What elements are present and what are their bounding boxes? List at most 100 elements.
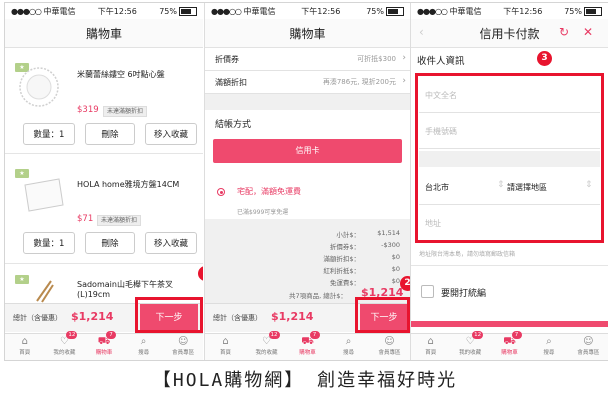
tab-home[interactable]: ⌂ 首頁 [411, 334, 450, 360]
refresh-icon[interactable]: ↻ [559, 25, 569, 39]
name-field[interactable]: 中文全名 [419, 77, 600, 113]
bottom-tab-bar: ⌂ 首頁 ♡ 12 我的收藏 ⛟ 7 購物車 ⌕ 搜尋 ☺ 會員專區 [5, 331, 203, 360]
tab-member[interactable]: ☺ 會員專區 [569, 334, 608, 360]
summary-value: $0 [391, 253, 400, 261]
tab-label: 我的收藏 [255, 350, 278, 356]
tab-search[interactable]: ⌕ 搜尋 [529, 334, 568, 360]
caption-bracket: 【 [152, 370, 173, 391]
signal-icon: ●●●○○ [417, 6, 448, 16]
phone-field[interactable]: 手機號碼 [419, 113, 600, 149]
tab-label: 我的收藏 [459, 350, 482, 356]
move-to-favorites-button[interactable]: 移入收藏 [145, 123, 197, 145]
status-bar: ●●●○○ 中華電信 下午12:56 75% [411, 3, 608, 19]
cart-screen: ●●●○○ 中華電信 下午12:56 75% 購物車 ★ 米蘭蕾絲鏤空 6吋點心… [5, 3, 203, 360]
bottom-tab-bar: ⌂ 首頁 ♡ 12 我的收藏 ⛟ 7 購物車 ⌕ 搜尋 ☺ 會員專區 [411, 331, 608, 360]
total-label: 總計（含優惠） [213, 314, 262, 322]
product-image[interactable] [33, 279, 57, 303]
tab-label: 會員專區 [172, 350, 195, 356]
tab-search[interactable]: ⌕ 搜尋 [328, 334, 369, 360]
delete-button[interactable]: 刪除 [85, 123, 135, 145]
tab-favorites[interactable]: ♡ 12 我的收藏 [45, 331, 85, 360]
tab-count-badge: 7 [309, 331, 320, 339]
status-time: 下午12:56 [97, 6, 137, 16]
product-name[interactable]: 米蘭蕾絲鏤空 6吋點心盤 [77, 69, 197, 80]
status-time: 下午12:56 [301, 6, 341, 16]
discount-label: 滿額折扣 [215, 78, 247, 87]
coupon-row[interactable]: 折價券 可折抵$300 › [205, 48, 410, 71]
credit-card-button[interactable]: 信用卡 [213, 139, 402, 163]
section-divider [411, 265, 608, 266]
search-icon: ⌕ [140, 336, 147, 347]
tab-cart[interactable]: ⛟ 7 購物車 [287, 331, 328, 360]
page-title: 購物車 [5, 19, 203, 48]
user-icon: ☺ [177, 336, 189, 347]
tab-home[interactable]: ⌂ 首頁 [5, 334, 45, 360]
user-icon: ☺ [384, 336, 395, 347]
step-number: 2 [400, 276, 410, 291]
status-bar: ●●●○○ 中華電信 下午12:56 75% [205, 3, 410, 19]
product-image[interactable] [15, 61, 63, 109]
summary-key: 紅利折抵$： [323, 267, 360, 275]
tab-label: 購物車 [501, 350, 518, 356]
delivery-radio[interactable] [217, 188, 225, 196]
screenshot-frame: ●●●○○ 中華電信 下午12:56 75% 購物車 ★ 米蘭蕾絲鏤空 6吋點心… [4, 2, 608, 361]
section-separator [419, 151, 600, 167]
name-placeholder: 中文全名 [425, 91, 457, 100]
city-select[interactable]: 台北市 [425, 182, 449, 193]
quantity-selector[interactable]: 數量：1 [23, 123, 75, 145]
brand-caption: 【HOLA購物網】 創造幸福好時光 [0, 366, 610, 392]
tab-search[interactable]: ⌕ 搜尋 [124, 334, 164, 360]
invoice-checkbox[interactable] [421, 285, 434, 298]
chevron-right-icon: › [402, 53, 406, 63]
back-icon[interactable]: ‹ [419, 25, 424, 39]
battery-icon [178, 6, 197, 16]
tab-home[interactable]: ⌂ 首頁 [205, 334, 246, 360]
tab-member[interactable]: ☺ 會員專區 [163, 334, 203, 360]
quantity-selector[interactable]: 數量：1 [23, 232, 75, 254]
invoice-label: 要開打統編 [441, 289, 487, 299]
step-number: 1 [198, 266, 203, 281]
tab-member[interactable]: ☺ 會員專區 [369, 334, 410, 360]
delivery-label: 宅配，滿額免運費 [237, 187, 301, 196]
page-title: 信用卡付款 [411, 19, 608, 48]
discount-value: 再湊786元, 現折200元 [322, 78, 396, 86]
tab-cart[interactable]: ⛟ 7 購物車 [84, 331, 124, 360]
page-title: 購物車 [205, 19, 410, 48]
item-divider [5, 263, 203, 264]
count-total-label: 共7項商品, 總計$： [289, 292, 347, 300]
tab-label: 購物車 [299, 350, 316, 356]
signal-icon: ●●●○○ [211, 6, 242, 16]
summary-value: $0 [391, 277, 400, 285]
district-select[interactable]: 請選擇地區 [507, 182, 547, 193]
product-name[interactable]: HOLA home雅境方盤14CM [77, 179, 197, 190]
summary-key: 滿額折扣$： [323, 255, 360, 263]
address-field[interactable]: 地址 [419, 205, 600, 240]
tab-count-badge: 7 [511, 331, 522, 339]
summary-key: 折價券$： [329, 243, 360, 251]
tab-cart[interactable]: ⛟ 7 購物車 [490, 331, 529, 360]
highlight-box [355, 297, 410, 333]
battery-percent: 75% [564, 6, 582, 16]
product-image[interactable] [19, 175, 65, 215]
product-name[interactable]: Sadomain山毛櫸下午茶叉(L)19cm [77, 279, 197, 299]
tab-favorites[interactable]: ♡ 12 我的收藏 [246, 331, 287, 360]
move-to-favorites-button[interactable]: 移入收藏 [145, 232, 197, 254]
submit-bar-partial[interactable] [411, 321, 608, 327]
product-price: $319 [77, 105, 99, 115]
summary-value: -$300 [381, 241, 400, 249]
close-icon[interactable]: ✕ [583, 25, 593, 39]
highlight-box [135, 297, 203, 333]
carrier-name: 中華電信 [43, 6, 76, 16]
delivery-note: 已滿$999可享免運 [237, 209, 289, 216]
tab-count-badge: 12 [268, 331, 280, 339]
delete-button[interactable]: 刪除 [85, 232, 135, 254]
search-icon: ⌕ [546, 336, 552, 347]
carrier-name: 中華電信 [243, 6, 276, 16]
tab-label: 會員專區 [378, 350, 401, 356]
chevron-right-icon: › [402, 76, 406, 86]
select-arrow-icon: ⇕ [585, 180, 593, 190]
discount-row[interactable]: 滿額折扣 再湊786元, 現折200元 › [205, 71, 410, 94]
tab-favorites[interactable]: ♡ 12 我的收藏 [450, 331, 489, 360]
credit-card-payment-screen: ●●●○○ 中華電信 下午12:56 75% 信用卡付款 ‹ ↻ ✕ 收件人資訊… [410, 3, 608, 360]
total-label: 總計（含優惠） [13, 314, 62, 322]
